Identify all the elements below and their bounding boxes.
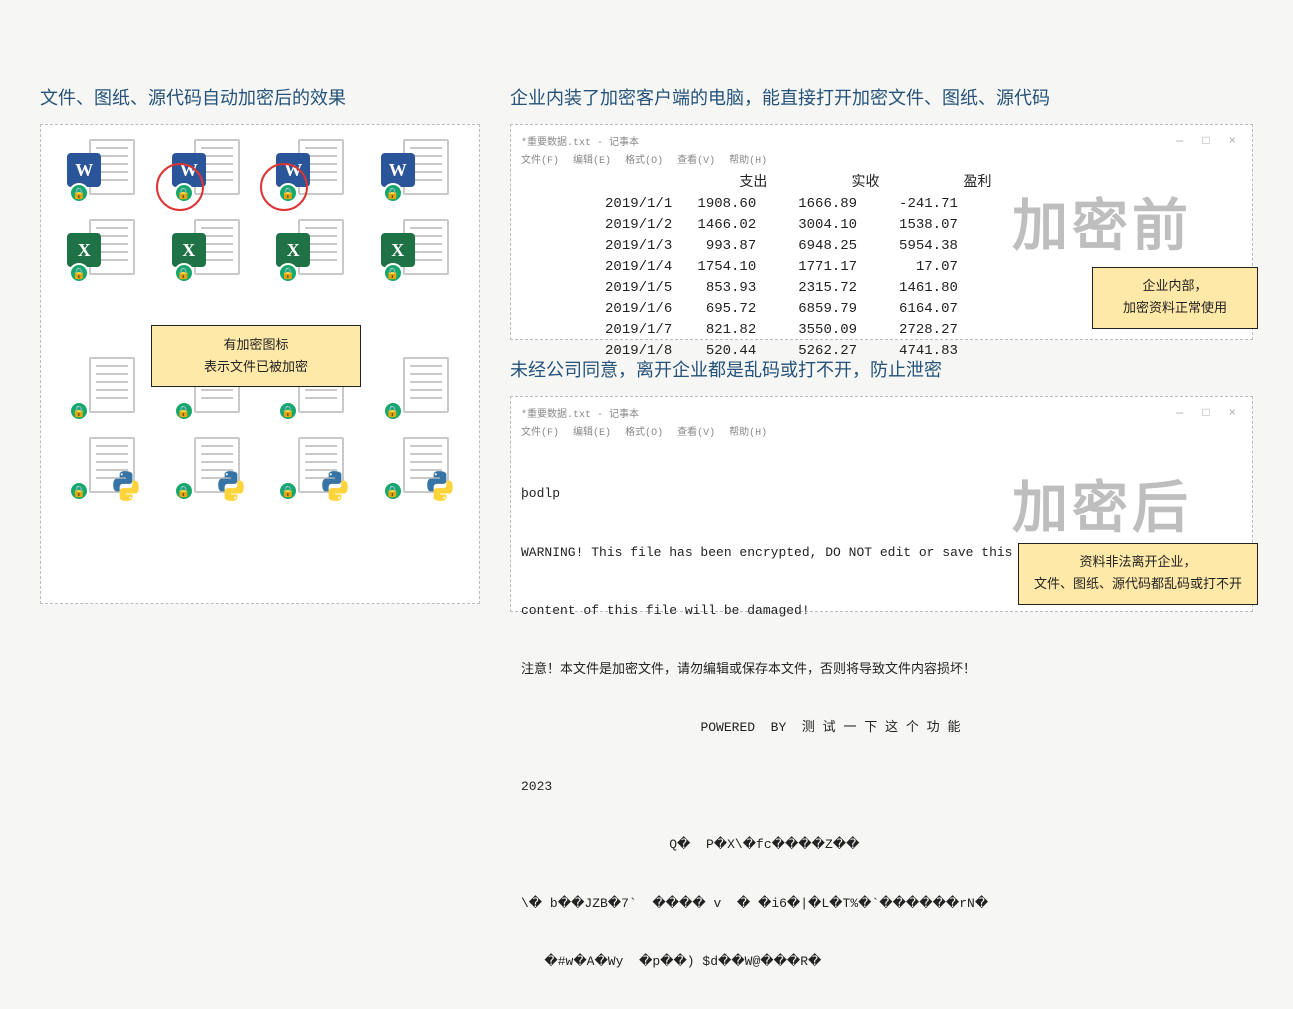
tooltip-line1: 有加密图标 xyxy=(162,334,350,356)
word-file-icon: W🔒 xyxy=(172,139,244,201)
word-file-icon: W🔒 xyxy=(276,139,348,201)
python-file-icon: 🔒 xyxy=(381,437,453,499)
lock-icon: 🔒 xyxy=(69,401,89,421)
excel-file-icon: X🔒 xyxy=(381,219,453,281)
menu-format[interactable]: 格式(O) xyxy=(625,156,663,167)
lock-icon: 🔒 xyxy=(383,183,403,203)
lock-icon: 🔒 xyxy=(174,183,194,203)
word-file-icon: W🔒 xyxy=(67,139,139,201)
encryption-tooltip: 有加密图标 表示文件已被加密 xyxy=(151,325,361,387)
encrypted-garbled-text: þodlp WARNING! This file has been encryp… xyxy=(521,445,1242,1009)
lock-icon: 🔒 xyxy=(383,401,403,421)
python-icon xyxy=(109,469,143,503)
menu-format[interactable]: 格式(O) xyxy=(625,428,663,439)
callout-before: 企业内部， 加密资料正常使用 xyxy=(1092,267,1258,329)
python-file-icon: 🔒 xyxy=(67,437,139,499)
excel-file-icon: X🔒 xyxy=(172,219,244,281)
window-controls-icon[interactable]: — □ × xyxy=(1176,134,1242,148)
python-icon xyxy=(318,469,352,503)
menu-edit[interactable]: 编辑(E) xyxy=(573,428,611,439)
text-file-icon: 🔒 xyxy=(381,357,453,419)
menu-view[interactable]: 查看(V) xyxy=(677,428,715,439)
menu-bar[interactable]: 文件(F) 编辑(E) 格式(O) 查看(V) 帮助(H) xyxy=(521,151,1242,167)
python-file-icon: 🔒 xyxy=(172,437,244,499)
menu-edit[interactable]: 编辑(E) xyxy=(573,156,611,167)
lock-icon: 🔒 xyxy=(383,263,403,283)
window-title: *重要数据.txt - 记事本 xyxy=(521,133,639,149)
menu-view[interactable]: 查看(V) xyxy=(677,156,715,167)
lock-icon: 🔒 xyxy=(69,481,89,501)
lock-icon: 🔒 xyxy=(278,481,298,501)
lock-icon: 🔒 xyxy=(278,401,298,421)
lock-icon: 🔒 xyxy=(278,263,298,283)
menu-file[interactable]: 文件(F) xyxy=(521,156,559,167)
encrypted-files-grid: W🔒 W🔒 W🔒 W🔒 X🔒 X🔒 X🔒 X🔒 🔒 🔒 🔒 🔒 🔒 🔒 xyxy=(51,139,469,499)
lock-icon: 🔒 xyxy=(174,401,194,421)
left-section-title: 文件、图纸、源代码自动加密后的效果 xyxy=(40,84,480,110)
excel-file-icon: X🔒 xyxy=(276,219,348,281)
menu-help[interactable]: 帮助(H) xyxy=(729,428,767,439)
excel-file-icon: X🔒 xyxy=(67,219,139,281)
lock-icon: 🔒 xyxy=(174,481,194,501)
notepad-after-panel: *重要数据.txt - 记事本 — □ × 文件(F) 编辑(E) 格式(O) … xyxy=(510,396,1253,612)
lock-icon: 🔒 xyxy=(278,183,298,203)
text-file-icon: 🔒 xyxy=(67,357,139,419)
menu-help[interactable]: 帮助(H) xyxy=(729,156,767,167)
tooltip-line2: 表示文件已被加密 xyxy=(162,356,350,378)
right-section-title-1: 企业内装了加密客户端的电脑，能直接打开加密文件、图纸、源代码 xyxy=(510,84,1253,110)
window-title: *重要数据.txt - 记事本 xyxy=(521,405,639,421)
notepad-before-panel: *重要数据.txt - 记事本 — □ × 文件(F) 编辑(E) 格式(O) … xyxy=(510,124,1253,340)
menu-file[interactable]: 文件(F) xyxy=(521,428,559,439)
python-file-icon: 🔒 xyxy=(276,437,348,499)
python-icon xyxy=(214,469,248,503)
python-icon xyxy=(423,469,457,503)
lock-icon: 🔒 xyxy=(383,481,403,501)
word-file-icon: W🔒 xyxy=(381,139,453,201)
lock-icon: 🔒 xyxy=(174,263,194,283)
menu-bar[interactable]: 文件(F) 编辑(E) 格式(O) 查看(V) 帮助(H) xyxy=(521,423,1242,439)
lock-icon: 🔒 xyxy=(69,183,89,203)
callout-after: 资料非法离开企业， 文件、图纸、源代码都乱码或打不开 xyxy=(1018,543,1258,605)
window-controls-icon[interactable]: — □ × xyxy=(1176,406,1242,420)
lock-icon: 🔒 xyxy=(69,263,89,283)
